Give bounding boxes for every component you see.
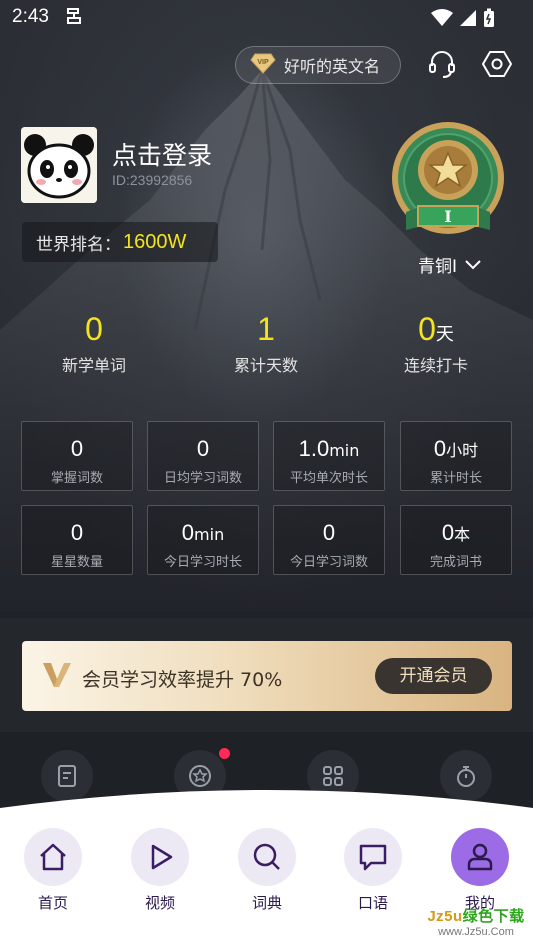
vip-v-logo-icon — [42, 659, 72, 693]
card-label: 日均学习词数 — [163, 471, 242, 486]
card-daily-avg-words[interactable]: 0 日均学习词数 — [147, 421, 259, 491]
card-star-count[interactable]: 0 星星数量 — [21, 505, 133, 575]
world-rank-value: 1600W — [123, 230, 187, 253]
nav-mine[interactable]: 我的 — [440, 828, 520, 913]
card-unit: min — [329, 441, 360, 460]
notification-dot — [219, 748, 230, 759]
nav-dictionary[interactable]: 词典 — [227, 828, 307, 913]
card-unit: 小时 — [446, 441, 479, 460]
bronze-medal-icon: I — [392, 122, 504, 234]
user-id: ID:23992856 — [112, 172, 193, 188]
settings-hexagon-icon — [481, 51, 513, 77]
card-unit: 本 — [454, 525, 471, 544]
home-icon — [40, 843, 66, 871]
stat-unit: 天 — [435, 324, 454, 345]
nav-speaking[interactable]: 口语 — [333, 828, 413, 913]
nav-video[interactable]: 视频 — [120, 828, 200, 913]
stat-total-days: 1 累计天数 — [196, 310, 336, 376]
vip-diamond-icon: VIP — [250, 52, 276, 78]
card-label: 完成词书 — [429, 555, 482, 570]
card-label: 星星数量 — [50, 555, 103, 570]
nav-speaking-label: 口语 — [357, 894, 388, 912]
card-value: 0 — [196, 436, 210, 461]
card-label: 今日学习时长 — [163, 555, 242, 570]
card-total-duration[interactable]: 0小时 累计时长 — [400, 421, 512, 491]
search-icon — [253, 843, 280, 870]
card-label: 平均单次时长 — [289, 471, 368, 486]
vip-english-name-label: 好听的英文名 — [284, 57, 381, 76]
nav-mine-circle — [451, 828, 509, 886]
level-text: 青铜I — [418, 257, 458, 277]
card-avg-session-duration[interactable]: 1.0min 平均单次时长 — [273, 421, 385, 491]
headset-icon — [429, 51, 455, 78]
signal-icon — [459, 9, 477, 31]
card-today-words[interactable]: 0 今日学习词数 — [273, 505, 385, 575]
card-value: 0 — [433, 436, 447, 461]
stat-value: 0 — [418, 311, 436, 347]
nav-home-label: 首页 — [37, 894, 68, 912]
nav-dictionary-circle — [238, 828, 296, 886]
card-label: 累计时长 — [429, 471, 482, 486]
card-value: 0 — [322, 520, 336, 545]
nav-speaking-circle — [344, 828, 402, 886]
stat-value: 1 — [257, 311, 275, 347]
nav-video-circle — [131, 828, 189, 886]
card-unit: min — [194, 525, 225, 544]
card-value: 0 — [70, 520, 84, 545]
watermark-url: www.Jz5u.Com — [438, 926, 514, 938]
app-notification-icon — [64, 6, 84, 30]
watermark-main: 绿色下载 — [462, 908, 525, 925]
wifi-icon — [431, 9, 453, 31]
membership-banner-text: 会员学习效率提升 70% — [82, 669, 283, 691]
card-completed-books[interactable]: 0本 完成词书 — [400, 505, 512, 575]
world-rank: 世界排名： 1600W — [22, 222, 218, 262]
membership-banner[interactable]: 会员学习效率提升 70% 开通会员 — [22, 641, 512, 711]
card-today-duration[interactable]: 0min 今日学习时长 — [147, 505, 259, 575]
chevron-down-icon — [465, 255, 481, 274]
vip-english-name-button[interactable]: VIP 好听的英文名 — [235, 46, 401, 84]
status-bar: 2:43 — [0, 0, 533, 36]
card-label: 掌握词数 — [50, 471, 103, 486]
play-icon — [151, 844, 173, 870]
card-value: 0 — [70, 436, 84, 461]
watermark-prefix: Jz5u — [427, 908, 463, 925]
stat-label: 连续打卡 — [403, 356, 468, 375]
settings-button[interactable] — [480, 46, 514, 82]
card-value: 1.0 — [298, 436, 330, 461]
stat-streak: 0天 连续打卡 — [366, 310, 506, 376]
card-value: 0 — [181, 520, 195, 545]
status-time: 2:43 — [12, 6, 49, 27]
chat-icon — [359, 844, 387, 871]
svg-text:VIP: VIP — [257, 59, 269, 66]
nav-video-label: 视频 — [144, 894, 175, 912]
stat-value: 0 — [85, 311, 103, 347]
nav-home-circle — [24, 828, 82, 886]
svg-text:I: I — [444, 207, 451, 226]
watermark: Jz5u绿色下载 www.Jz5u.Com — [426, 905, 526, 938]
nav-dictionary-label: 词典 — [251, 894, 282, 912]
level-selector[interactable]: 青铜I — [418, 252, 481, 277]
nav-home[interactable]: 首页 — [13, 828, 93, 913]
grid-icon — [323, 766, 343, 786]
stopwatch-icon — [457, 766, 475, 787]
stat-label: 新学单词 — [61, 356, 126, 375]
card-label: 今日学习词数 — [289, 555, 368, 570]
level-badge[interactable]: I — [388, 120, 508, 248]
card-mastered-words[interactable]: 0 掌握词数 — [21, 421, 133, 491]
card-value: 0 — [441, 520, 455, 545]
panda-avatar-icon — [21, 127, 97, 203]
open-membership-button[interactable]: 开通会员 — [375, 658, 492, 694]
world-rank-label: 世界排名： — [36, 234, 121, 255]
avatar[interactable] — [21, 127, 97, 203]
medal-icon — [189, 765, 211, 787]
customer-service-button[interactable] — [425, 46, 459, 82]
login-link[interactable]: 点击登录 — [112, 136, 212, 172]
user-icon — [467, 843, 493, 871]
stat-label: 累计天数 — [233, 356, 298, 375]
battery-icon — [483, 8, 495, 32]
document-icon — [58, 765, 76, 787]
stat-new-words: 0 新学单词 — [24, 310, 164, 376]
